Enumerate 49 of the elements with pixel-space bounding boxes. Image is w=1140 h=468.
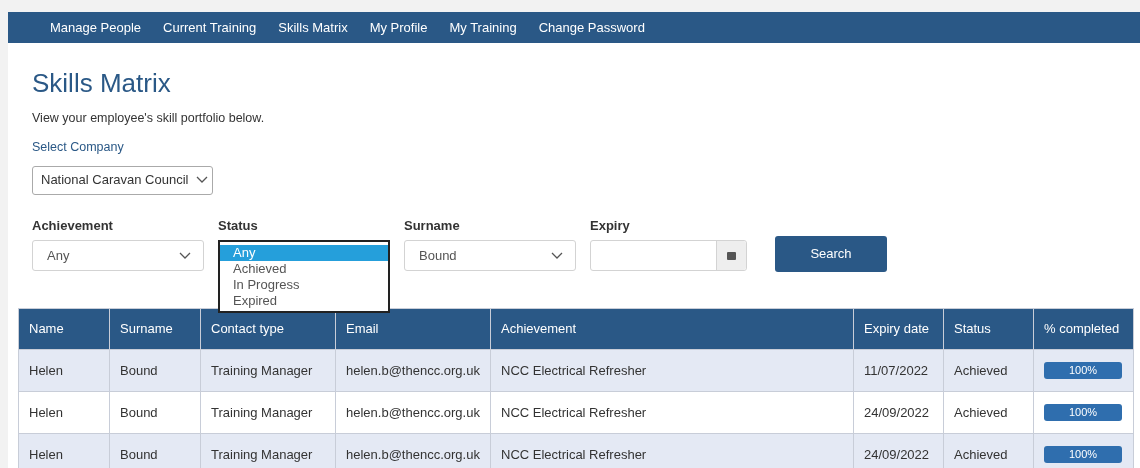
company-select[interactable]: National Caravan Council	[32, 165, 213, 195]
table-cell: 11/07/2022	[853, 349, 944, 392]
dropdown-option[interactable]: Achieved	[220, 261, 388, 277]
chevron-down-icon	[196, 176, 209, 184]
nav-link[interactable]: Current Training	[163, 17, 257, 38]
filter-label: Expiry	[590, 216, 631, 235]
dropdown-option[interactable]: Expired	[220, 293, 388, 309]
table-cell: helen.b@thencc.org.uk	[335, 391, 491, 434]
dropdown-option[interactable]: In Progress	[220, 277, 388, 293]
nav-link[interactable]: Skills Matrix	[278, 17, 348, 38]
column-header: Contact type	[200, 308, 336, 350]
column-header: Surname	[109, 308, 201, 350]
column-header: Achievement	[490, 308, 854, 350]
nav-link[interactable]: My Training	[449, 17, 517, 38]
table-cell: NCC Electrical Refresher	[490, 391, 854, 434]
chevron-down-icon	[179, 251, 191, 260]
column-header: Expiry date	[853, 308, 944, 350]
filter-label: Achievement	[32, 216, 114, 235]
table-cell: Helen	[18, 349, 110, 392]
select-field[interactable]: Any	[32, 240, 204, 271]
column-header: Name	[18, 308, 110, 350]
table-cell: Bound	[109, 391, 201, 434]
column-header: Email	[335, 308, 491, 350]
table-cell: Achieved	[943, 391, 1034, 434]
calendar-button[interactable]	[716, 241, 746, 270]
page-subtitle: View your employee's skill portfolio below.	[32, 110, 266, 127]
calendar-icon	[727, 251, 736, 260]
table-cell: NCC Electrical Refresher	[490, 349, 854, 392]
chevron-down-icon	[551, 251, 563, 260]
column-header: % completed	[1033, 308, 1134, 350]
column-header: Status	[943, 308, 1034, 350]
nav-link[interactable]: My Profile	[369, 17, 428, 38]
table-cell: Helen	[18, 391, 110, 434]
search-button[interactable]: Search	[775, 236, 887, 272]
table-cell: 24/09/2022	[853, 391, 944, 434]
nav-link[interactable]: Manage People	[50, 17, 142, 38]
table-cell: Training Manager	[200, 391, 336, 434]
table-cell: Bound	[109, 349, 201, 392]
filter-label: Surname	[404, 216, 461, 235]
filter-label: Status	[218, 216, 259, 235]
company-label: Select Company	[32, 138, 125, 156]
select-field[interactable]: Bound	[404, 240, 576, 271]
table-cell: Achieved	[943, 349, 1034, 392]
page-title: Skills Matrix	[32, 67, 172, 99]
table-cell: Helen	[18, 433, 110, 468]
nav-link[interactable]: Change Password	[538, 17, 645, 38]
date-field[interactable]	[590, 240, 747, 271]
table-cell: Training Manager	[200, 349, 336, 392]
table-cell: helen.b@thencc.org.uk	[335, 349, 491, 392]
